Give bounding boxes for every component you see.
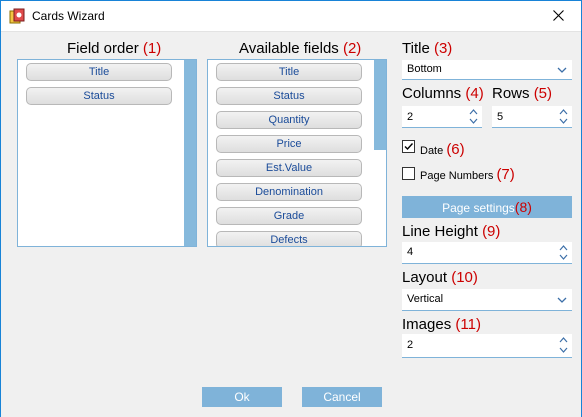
columns-value: 2	[407, 111, 414, 123]
chevron-down-icon	[557, 67, 567, 73]
list-item[interactable]: Denomination	[216, 183, 362, 201]
cancel-button[interactable]: Cancel	[302, 387, 382, 407]
rows-stepper[interactable]: 5	[492, 106, 572, 128]
columns-stepper[interactable]: 2	[402, 106, 482, 128]
page-numbers-label: Page Numbers (7)	[420, 166, 515, 183]
title-bar: Cards Wizard	[1, 1, 581, 31]
title-position-select[interactable]: Bottom	[402, 60, 572, 80]
line-height-value: 4	[407, 246, 414, 258]
layout-select[interactable]: Vertical	[402, 289, 572, 311]
chevron-down-icon	[557, 297, 567, 303]
title-setting-label: Title (3)	[402, 40, 453, 57]
ok-button[interactable]: Ok	[202, 387, 282, 407]
window-title: Cards Wizard	[32, 9, 105, 23]
checkmark-icon	[404, 143, 414, 151]
list-item[interactable]: Price	[216, 135, 362, 153]
list-item[interactable]: Title	[26, 63, 172, 81]
list-item[interactable]: Est.Value	[216, 159, 362, 177]
list-item[interactable]: Status	[26, 87, 172, 105]
page-numbers-checkbox[interactable]	[402, 167, 415, 180]
available-fields-scroll-thumb[interactable]	[374, 60, 386, 150]
field-order-list[interactable]: Title Status	[17, 59, 197, 247]
available-fields-list[interactable]: Title Status Quantity Price Est.Value De…	[207, 59, 387, 247]
list-item[interactable]: Defects	[216, 231, 362, 246]
wizard-client-area: Field order (1) Title Status Available f…	[1, 31, 581, 417]
chevron-down-icon[interactable]	[559, 347, 568, 353]
list-item[interactable]: Grade	[216, 207, 362, 225]
page-settings-button[interactable]: Page settings(8)	[402, 196, 572, 218]
chevron-down-icon[interactable]	[559, 254, 568, 260]
line-height-stepper[interactable]: 4	[402, 242, 572, 264]
available-fields-heading: Available fields (2)	[239, 40, 362, 57]
chevron-up-icon[interactable]	[559, 109, 568, 115]
rows-value: 5	[497, 111, 504, 123]
columns-setting-label: Columns (4)	[402, 85, 484, 102]
images-stepper[interactable]: 2	[402, 334, 572, 358]
cards-app-icon	[9, 8, 25, 24]
list-item[interactable]: Quantity	[216, 111, 362, 129]
layout-setting-label: Layout (10)	[402, 269, 478, 286]
line-height-label: Line Height (9)	[402, 223, 501, 240]
title-position-value: Bottom	[407, 63, 442, 75]
images-setting-label: Images (11)	[402, 316, 481, 333]
cards-wizard-window: Cards Wizard Field order (1) Title Statu…	[0, 0, 582, 417]
chevron-down-icon[interactable]	[469, 118, 478, 124]
chevron-down-icon[interactable]	[559, 118, 568, 124]
chevron-up-icon[interactable]	[559, 245, 568, 251]
date-checkbox[interactable]	[402, 140, 415, 153]
close-button[interactable]	[537, 1, 581, 31]
list-item[interactable]: Title	[216, 63, 362, 81]
list-item[interactable]: Status	[216, 87, 362, 105]
images-value: 2	[407, 339, 414, 351]
chevron-up-icon[interactable]	[559, 337, 568, 343]
rows-setting-label: Rows (5)	[492, 85, 553, 102]
date-label: Date (6)	[420, 141, 465, 158]
close-icon	[553, 10, 564, 21]
field-order-heading: Field order (1)	[67, 40, 162, 57]
chevron-up-icon[interactable]	[469, 109, 478, 115]
field-order-scrollbar[interactable]	[184, 60, 196, 246]
layout-value: Vertical	[407, 293, 444, 305]
